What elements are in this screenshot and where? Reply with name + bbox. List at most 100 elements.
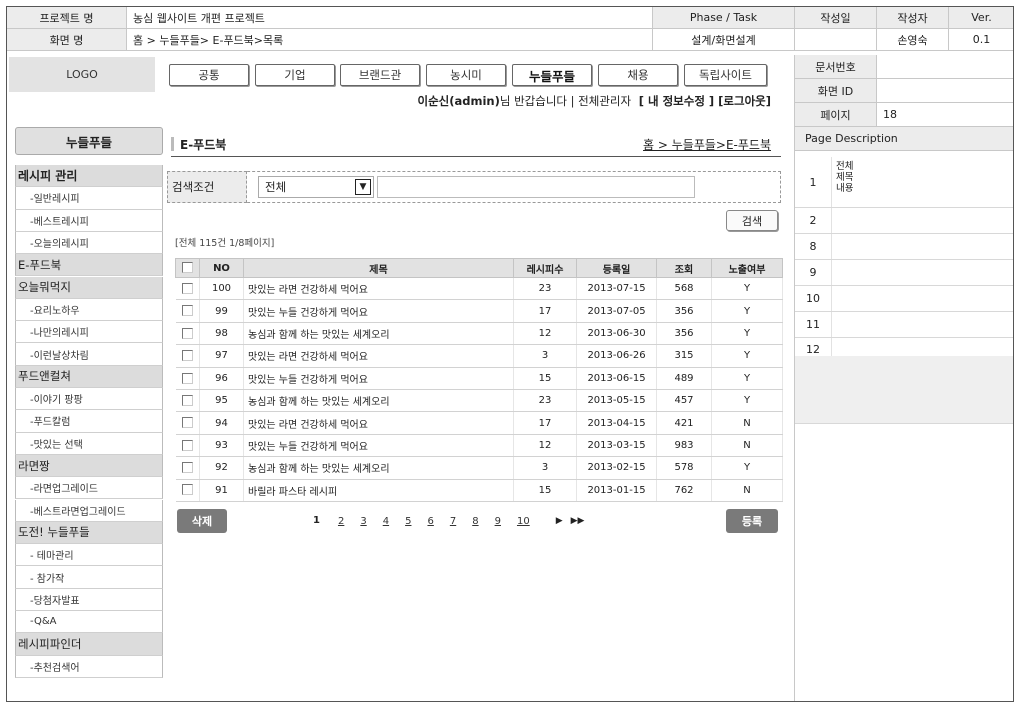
row-checkbox[interactable] [175,434,200,458]
sidebar-item-7[interactable]: -나만의레시피 [15,321,163,344]
sidebar-item-2[interactable]: -베스트레시피 [15,209,163,232]
sidebar-item-16[interactable]: 도전! 누들푸들 [15,521,163,545]
table-header: NO 제목 레시피수 등록일 조회 노출여부 [175,258,783,278]
sidebar-item-12[interactable]: -맛있는 선택 [15,432,163,455]
sidebar-item-9[interactable]: 푸드앤컬쳐 [15,365,163,388]
description-row: 11 [795,312,1013,338]
row-checkbox[interactable] [175,344,200,368]
page-link[interactable]: 10 [517,516,530,527]
page-link[interactable]: 2 [338,516,344,527]
cell-title[interactable]: 맛있는 누들 건강하게 먹어요 [243,367,514,390]
screen-id-value [877,79,1013,103]
sidebar-item-13[interactable]: 라면짱 [15,454,163,478]
row-checkbox[interactable] [175,277,200,301]
cell-views: 356 [656,322,712,346]
cell-views: 421 [656,411,712,435]
row-checkbox[interactable] [175,411,200,435]
sidebar-item-17[interactable]: - 테마관리 [15,544,163,567]
col-date: 등록일 [576,258,657,278]
sidebar-item-8[interactable]: -이런날상차림 [15,343,163,366]
search-select-value: 전체 [265,180,287,194]
tab-brand[interactable]: 브랜드관 [340,64,420,86]
tab-common[interactable]: 공통 [169,64,249,86]
cell-title[interactable]: 맛있는 누들 건강하게 먹어요 [243,434,514,458]
breadcrumb[interactable]: 홈 > 누들푸들>E-푸드북 [607,136,771,153]
page-link[interactable]: 4 [383,516,389,527]
description-num: 11 [806,318,820,331]
table-row[interactable]: 97 맛있는 라면 건강하세 먹어요 3 2013-06-26 315 Y [175,344,783,368]
cell-views: 315 [656,344,712,368]
table-row[interactable]: 91 바릴라 파스타 레시피 15 2013-01-15 762 N [175,479,783,502]
sidebar-item-10[interactable]: -이야기 팡팡 [15,388,163,411]
tab-noodle-foodle[interactable]: 누들푸들 [512,64,592,86]
user-actions[interactable]: [ 내 정보수정 ] [로그아웃] [639,94,771,108]
search-select[interactable]: 전체 ▼ [258,176,374,198]
sidebar-item-15[interactable]: -베스트라면업그레이드 [15,499,163,522]
row-checkbox[interactable] [175,299,200,323]
tab-corporate[interactable]: 기업 [255,64,335,86]
delete-button[interactable]: 삭제 [177,509,227,533]
cell-title[interactable]: 농심과 함께 하는 맛있는 세계오리 [243,456,514,480]
sidebar-item-11[interactable]: -푸드칼럼 [15,410,163,433]
chevron-down-icon[interactable]: ▼ [355,179,371,195]
cell-title[interactable]: 농심과 함께 하는 맛있는 세계오리 [243,322,514,346]
row-checkbox[interactable] [175,389,200,413]
cell-title[interactable]: 맛있는 라면 건강하세 먹어요 [243,344,514,368]
cell-exposure: Y [711,322,783,346]
page-link[interactable]: 6 [427,516,433,527]
row-checkbox[interactable] [175,479,200,502]
table-row[interactable]: 94 맛있는 라면 건강하세 먹어요 17 2013-04-15 421 N [175,411,783,435]
description-num: 8 [809,240,817,253]
tab-independent-site[interactable]: 독립사이트 [684,64,767,86]
search-button[interactable]: 검색 [726,210,778,231]
search-input[interactable] [377,176,695,198]
table-row[interactable]: 100 맛있는 라면 건강하세 먹어요 23 2013-07-15 568 Y [175,277,783,301]
sidebar-item-4[interactable]: E-푸드북 [15,254,163,277]
cell-title[interactable]: 바릴라 파스타 레시피 [243,479,514,502]
description-text: 전체 제목 내용 [831,157,1013,207]
screen-value: 홈 > 누들푸들> E-푸드북>목록 [127,29,653,51]
page-link[interactable]: 5 [405,516,411,527]
row-checkbox[interactable] [175,456,200,480]
sidebar-item-21[interactable]: 레시피파인더 [15,633,163,656]
tab-nongsimi[interactable]: 농시미 [426,64,506,86]
page-link[interactable]: 7 [450,516,456,527]
next-page-icon[interactable]: ▶ [556,516,563,526]
table-row[interactable]: 96 맛있는 누들 건강하게 먹어요 15 2013-06-15 489 Y [175,367,783,390]
sidebar-item-18[interactable]: - 참가작 [15,566,163,589]
cell-title[interactable]: 맛있는 라면 건강하세 먹어요 [243,277,514,301]
logo[interactable]: LOGO [9,57,155,92]
row-checkbox[interactable] [175,367,200,390]
row-checkbox[interactable] [175,322,200,346]
col-exposure: 노출여부 [711,258,783,278]
page-link[interactable]: 9 [495,516,501,527]
sidebar-item-0[interactable]: 레시피 관리 [15,165,163,188]
sidebar-item-20[interactable]: -Q&A [15,611,163,634]
page-link[interactable]: 8 [472,516,478,527]
tab-recruit[interactable]: 채용 [598,64,678,86]
sidebar-item-3[interactable]: -오늘의레시피 [15,231,163,255]
table-row[interactable]: 99 맛있는 누들 건강하게 먹어요 17 2013-07-05 356 Y [175,299,783,323]
last-page-icon[interactable]: ▶▶ [571,516,585,526]
table-row[interactable]: 92 농심과 함께 하는 맛있는 세계오리 3 2013-02-15 578 Y [175,456,783,480]
sidebar-item-22[interactable]: -추천검색어 [15,655,163,678]
sidebar-item-1[interactable]: -일반레시피 [15,187,163,210]
cell-title[interactable]: 맛있는 누들 건강하게 먹어요 [243,299,514,323]
table-row[interactable]: 93 맛있는 누들 건강하게 먹어요 12 2013-03-15 983 N [175,434,783,458]
select-all-checkbox[interactable] [175,258,200,278]
description-num: 1 [809,175,817,189]
ver-label: Ver. [949,7,1013,29]
page-link[interactable]: 3 [360,516,366,527]
sidebar-item-19[interactable]: -당첨자발표 [15,588,163,611]
page-current[interactable]: 1 [313,515,320,526]
cell-date: 2013-06-15 [576,367,657,390]
cell-title[interactable]: 맛있는 라면 건강하세 먹어요 [243,411,514,435]
table-row[interactable]: 98 농심과 함께 하는 맛있는 세계오리 12 2013-06-30 356 Y [175,322,783,346]
sidebar-item-6[interactable]: -요리노하우 [15,298,163,322]
register-button[interactable]: 등록 [726,509,778,533]
description-row: 10 [795,286,1013,312]
table-row[interactable]: 95 농심과 함께 하는 맛있는 세계오리 23 2013-05-15 457 Y [175,389,783,413]
sidebar-item-14[interactable]: -라면업그레이드 [15,477,163,500]
sidebar-item-5[interactable]: 오늘뭐먹지 [15,276,163,299]
cell-title[interactable]: 농심과 함께 하는 맛있는 세계오리 [243,389,514,413]
